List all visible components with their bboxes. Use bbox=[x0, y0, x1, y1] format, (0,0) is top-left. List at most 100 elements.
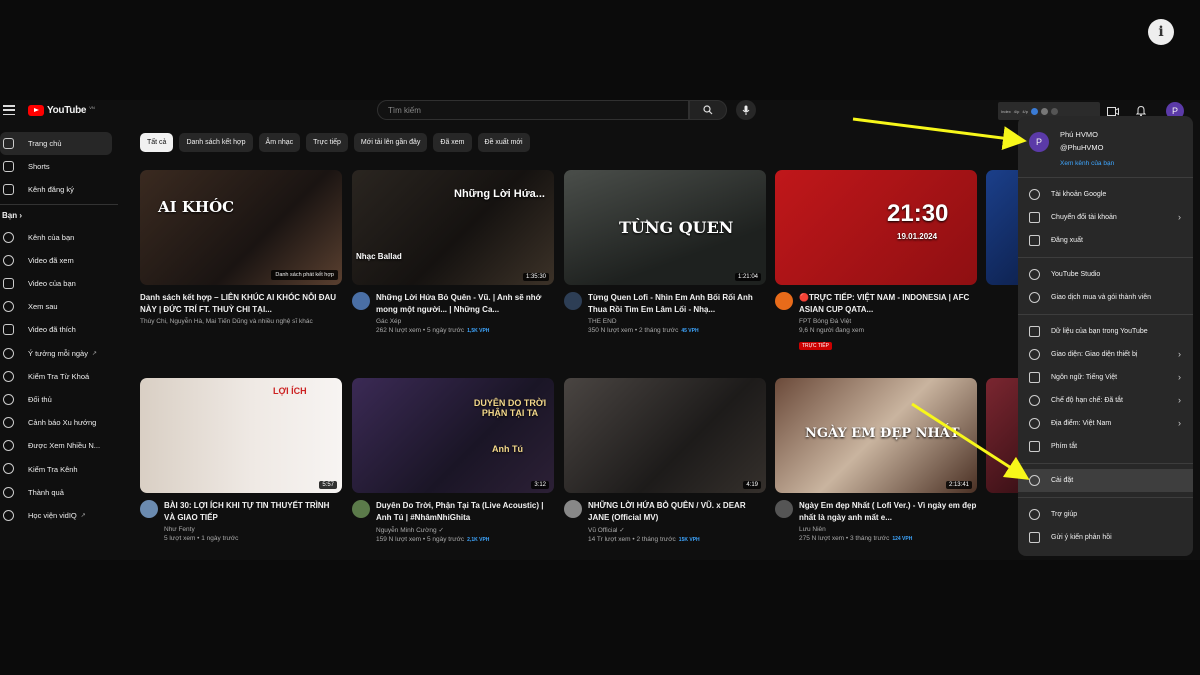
search-input[interactable]: Tìm kiếm bbox=[377, 100, 689, 120]
video-card[interactable]: DUYÊN DO TRỜI PHẬN TẠI TA Anh Tú 3:12 Du… bbox=[352, 378, 554, 553]
channel-avatar[interactable] bbox=[352, 292, 370, 310]
sidebar-item-label: Ý tưởng mỗi ngày bbox=[28, 348, 88, 358]
sidebar-item-label: Video đã xem bbox=[28, 255, 74, 265]
thumbnail-text: Những Lời Hứa... bbox=[454, 188, 545, 200]
youtube-logo[interactable]: YouTube VN bbox=[28, 105, 95, 116]
video-card[interactable]: LỢI ÍCH 5:57 BÀI 30: LỢI ÍCH KHI TỰ TIN … bbox=[140, 378, 342, 553]
video-title[interactable]: NHỮNG LỜI HỨA BỎ QUÊN / VŨ. x DEAR JANE … bbox=[588, 500, 766, 523]
menu-item-help[interactable]: Trợ giúp bbox=[1018, 503, 1193, 526]
channel-avatar[interactable] bbox=[564, 292, 582, 310]
menu-item-google-account[interactable]: Tài khoản Google bbox=[1018, 183, 1193, 206]
video-channel[interactable]: Lưu Niên bbox=[799, 526, 977, 533]
sidebar-item-channel-check[interactable]: Kiểm Tra Kênh bbox=[0, 457, 118, 480]
menu-item-sign-out[interactable]: Đăng xuất bbox=[1018, 229, 1193, 252]
sidebar-item-shorts[interactable]: Shorts bbox=[0, 155, 118, 178]
menu-item-location[interactable]: Địa điểm: Việt Nam › bbox=[1018, 412, 1193, 435]
channel-avatar[interactable] bbox=[352, 500, 370, 518]
chip-recently-uploaded[interactable]: Mới tải lên gần đây bbox=[353, 133, 428, 152]
chip-new-to-you[interactable]: Đề xuất mới bbox=[477, 133, 530, 152]
switch-account-icon bbox=[1029, 212, 1040, 223]
channel-avatar[interactable] bbox=[564, 500, 582, 518]
sidebar-item-keyword-check[interactable]: Kiểm Tra Từ Khoá bbox=[0, 365, 118, 388]
sidebar-item-liked[interactable]: Video đã thích bbox=[0, 318, 118, 341]
menu-item-label: Chuyển đổi tài khoản bbox=[1051, 214, 1117, 221]
search-button[interactable] bbox=[689, 100, 727, 120]
sidebar-item-daily-ideas[interactable]: Ý tưởng mỗi ngày ↗ bbox=[0, 342, 118, 365]
video-card[interactable]: Những Lời Hứa... Nhạc Ballad 1:35:30 Nhữ… bbox=[352, 170, 554, 345]
menu-item-keyboard-shortcuts[interactable]: Phím tắt bbox=[1018, 435, 1193, 458]
sidebar-item-your-videos[interactable]: Video của bạn bbox=[0, 272, 118, 295]
sidebar-item-trend-alerts[interactable]: Cảnh báo Xu hướng bbox=[0, 411, 118, 434]
extension-icon[interactable] bbox=[1050, 107, 1058, 115]
chip-live[interactable]: Trực tiếp bbox=[306, 133, 348, 152]
video-thumbnail[interactable]: Những Lời Hứa... Nhạc Ballad 1:35:30 bbox=[352, 170, 554, 285]
sidebar-item-label: Kênh của bạn bbox=[28, 232, 75, 242]
channel-avatar[interactable] bbox=[775, 500, 793, 518]
video-thumbnail[interactable]: AI KHÓC Danh sách phát kết hợp bbox=[140, 170, 342, 285]
video-title[interactable]: Duyên Do Trời, Phận Tại Ta (Live Acousti… bbox=[376, 500, 554, 523]
video-thumbnail[interactable]: 21:30 19.01.2024 bbox=[775, 170, 977, 285]
video-channel[interactable]: Như Fenty bbox=[164, 526, 342, 533]
menu-icon[interactable] bbox=[3, 105, 15, 115]
video-title[interactable]: Những Lời Hứa Bỏ Quên - Vũ. | Anh sẽ nhớ… bbox=[376, 292, 554, 315]
video-card[interactable]: NGÀY EM ĐẸP NHẤT 2:13:41 Ngày Em đẹp Nhấ… bbox=[775, 378, 977, 553]
video-channel[interactable]: Gác Xép bbox=[376, 318, 554, 325]
menu-item-send-feedback[interactable]: Gửi ý kiến phản hồi bbox=[1018, 526, 1193, 549]
channel-icon bbox=[3, 231, 14, 243]
menu-item-label: Đăng xuất bbox=[1051, 237, 1083, 244]
video-title[interactable]: Từng Quen Lofi - Nhìn Em Anh Bối Rối Anh… bbox=[588, 292, 766, 315]
sidebar-item-subscriptions[interactable]: Kênh đăng ký bbox=[0, 178, 118, 201]
sidebar-item-competitors[interactable]: Đối thủ bbox=[0, 388, 118, 411]
chip-all[interactable]: Tất cả bbox=[140, 133, 174, 152]
video-channel[interactable]: Thùy Chi, Nguyễn Hà, Mai Tiến Dũng và nh… bbox=[140, 318, 342, 325]
view-channel-link[interactable]: Xem kênh của bạn bbox=[1060, 160, 1114, 167]
video-thumbnail[interactable]: NGÀY EM ĐẸP NHẤT 2:13:41 bbox=[775, 378, 977, 493]
channel-avatar[interactable] bbox=[140, 500, 158, 518]
sidebar-item-watch-later[interactable]: Xem sau bbox=[0, 295, 118, 318]
extension-icon[interactable] bbox=[1040, 107, 1048, 115]
video-channel[interactable]: Vũ Official ✓ bbox=[588, 526, 766, 534]
extension-icon[interactable] bbox=[1030, 107, 1038, 115]
sidebar-item-home[interactable]: Trang chủ bbox=[0, 132, 112, 156]
sidebar-item-history[interactable]: Video đã xem bbox=[0, 249, 118, 272]
info-icon[interactable]: i bbox=[1148, 19, 1174, 45]
video-duration: 4:19 bbox=[743, 481, 761, 489]
video-card[interactable]: 4:19 NHỮNG LỜI HỨA BỎ QUÊN / VŨ. x DEAR … bbox=[564, 378, 766, 553]
video-card[interactable]: AI KHÓC Danh sách phát kết hợp Danh sách… bbox=[140, 170, 342, 345]
appearance-icon bbox=[1029, 349, 1040, 360]
voice-search-button[interactable] bbox=[736, 100, 756, 120]
menu-item-purchases[interactable]: Giao dịch mua và gói thành viên bbox=[1018, 286, 1193, 309]
menu-item-settings[interactable]: Cài đặt bbox=[1018, 469, 1193, 492]
sidebar-item-vidiq-academy[interactable]: Học viện vidIQ ↗ bbox=[0, 504, 118, 527]
view-count: 5 lượt xem • 1 ngày trước bbox=[164, 535, 239, 542]
video-thumbnail[interactable]: 4:19 bbox=[564, 378, 766, 493]
video-title[interactable]: Ngày Em đẹp Nhất ( Lofi Ver.) - Vì ngày … bbox=[799, 500, 977, 523]
video-title[interactable]: Danh sách kết hợp – LIÊN KHÚC AI KHÓC NỖ… bbox=[140, 292, 342, 315]
sidebar-item-achievements[interactable]: Thành quả bbox=[0, 481, 118, 504]
video-card[interactable]: TỪNG QUEN 1:21:04 Từng Quen Lofi - Nhìn … bbox=[564, 170, 766, 345]
video-thumbnail[interactable]: TỪNG QUEN 1:21:04 bbox=[564, 170, 766, 285]
sidebar-item-your-channel[interactable]: Kênh của bạn bbox=[0, 226, 118, 249]
video-channel[interactable]: FPT Bóng Đá Việt bbox=[799, 318, 977, 325]
menu-item-appearance[interactable]: Giao diện: Giao diện thiết bị › bbox=[1018, 343, 1193, 366]
video-thumbnail[interactable]: LỢI ÍCH 5:57 bbox=[140, 378, 342, 493]
channel-avatar[interactable] bbox=[775, 292, 793, 310]
menu-item-restricted-mode[interactable]: Chế độ hạn chế: Đã tắt › bbox=[1018, 389, 1193, 412]
sidebar-item-most-viewed[interactable]: Được Xem Nhiều N... bbox=[0, 434, 118, 457]
video-title[interactable]: BÀI 30: LỢI ÍCH KHI TỰ TIN THUYẾT TRÌNH … bbox=[164, 500, 342, 523]
video-channel[interactable]: THE END bbox=[588, 318, 766, 325]
chip-music[interactable]: Âm nhạc bbox=[258, 133, 301, 152]
menu-item-label: Địa điểm: Việt Nam bbox=[1051, 420, 1112, 427]
menu-item-language[interactable]: Ngôn ngữ: Tiếng Việt › bbox=[1018, 366, 1193, 389]
menu-item-your-data[interactable]: Dữ liệu của bạn trong YouTube bbox=[1018, 320, 1193, 343]
menu-item-youtube-studio[interactable]: YouTube Studio bbox=[1018, 263, 1193, 286]
video-title[interactable]: 🔴TRỰC TIẾP: VIỆT NAM - INDONESIA | AFC A… bbox=[799, 292, 977, 315]
chip-watched[interactable]: Đã xem bbox=[433, 133, 472, 152]
video-channel[interactable]: Nguyễn Minh Cường ✓ bbox=[376, 526, 554, 534]
chip-mixes[interactable]: Danh sách kết hợp bbox=[179, 133, 253, 152]
video-thumbnail[interactable]: DUYÊN DO TRỜI PHẬN TẠI TA Anh Tú 3:12 bbox=[352, 378, 554, 493]
video-meta: Từng Quen Lofi - Nhìn Em Anh Bối Rối Anh… bbox=[564, 285, 766, 345]
sidebar-section-you[interactable]: Bạn › bbox=[0, 203, 118, 226]
video-card[interactable]: 21:30 19.01.2024 🔴TRỰC TIẾP: VIỆT NAM - … bbox=[775, 170, 977, 350]
menu-item-switch-account[interactable]: Chuyển đổi tài khoản › bbox=[1018, 206, 1193, 229]
